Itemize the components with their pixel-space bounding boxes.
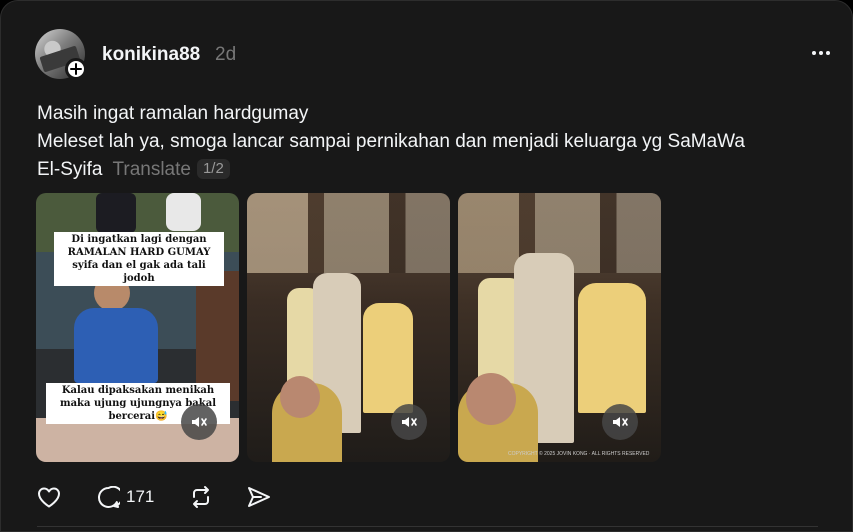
bride-figure bbox=[166, 193, 201, 231]
shelf bbox=[196, 271, 239, 401]
heart-icon bbox=[38, 487, 60, 508]
share-icon bbox=[248, 486, 270, 507]
share-button[interactable] bbox=[247, 484, 271, 510]
post-caption: Masih ingat ramalan hardgumay Meleset la… bbox=[37, 100, 827, 184]
repost-icon bbox=[193, 486, 209, 508]
action-bar: 171 bbox=[1, 484, 852, 510]
bride-figure bbox=[363, 303, 413, 413]
mute-button[interactable] bbox=[181, 404, 217, 440]
post-card: konikina88 2d Masih ingat ramalan hardgu… bbox=[0, 0, 853, 532]
username[interactable]: konikina88 bbox=[102, 44, 200, 66]
speaker-muted-icon bbox=[613, 417, 628, 427]
guest-head bbox=[280, 376, 320, 418]
caption-line: El-Syifa bbox=[37, 159, 103, 180]
suited-figure bbox=[96, 193, 136, 233]
video-watermark: COPYRIGHT © 2025 JOVIN KONG · ALL RIGHTS… bbox=[508, 451, 650, 457]
translate-link[interactable]: Translate bbox=[112, 159, 191, 180]
bride-figure bbox=[578, 283, 646, 413]
follow-plus-icon[interactable] bbox=[65, 58, 87, 80]
repost-button[interactable] bbox=[189, 484, 213, 510]
mute-button[interactable] bbox=[602, 404, 638, 440]
media-item-2[interactable] bbox=[247, 193, 450, 462]
media-item-3[interactable]: COPYRIGHT © 2025 JOVIN KONG · ALL RIGHTS… bbox=[458, 193, 661, 462]
like-button[interactable] bbox=[37, 484, 61, 510]
speaker-muted-icon bbox=[192, 417, 207, 427]
comment-button[interactable]: 171 bbox=[97, 484, 154, 510]
overlay-caption-top: Di ingatkan lagi dengan RAMALAN HARD GUM… bbox=[54, 232, 224, 286]
caption-line: Meleset lah ya, smoga lancar sampai pern… bbox=[37, 131, 745, 152]
page-indicator: 1/2 bbox=[196, 159, 230, 179]
post-timestamp: 2d bbox=[215, 44, 237, 65]
man-blue-shirt bbox=[74, 308, 158, 383]
window-background bbox=[247, 193, 450, 273]
guest-head bbox=[466, 373, 516, 425]
divider bbox=[37, 526, 818, 527]
mute-button[interactable] bbox=[391, 404, 427, 440]
comment-icon bbox=[97, 485, 120, 508]
speaker-muted-icon bbox=[402, 417, 417, 427]
comment-count: 171 bbox=[126, 487, 155, 506]
more-options-icon[interactable] bbox=[807, 43, 835, 63]
caption-line: Masih ingat ramalan hardgumay bbox=[37, 103, 309, 124]
media-item-1[interactable]: Di ingatkan lagi dengan RAMALAN HARD GUM… bbox=[36, 193, 239, 462]
